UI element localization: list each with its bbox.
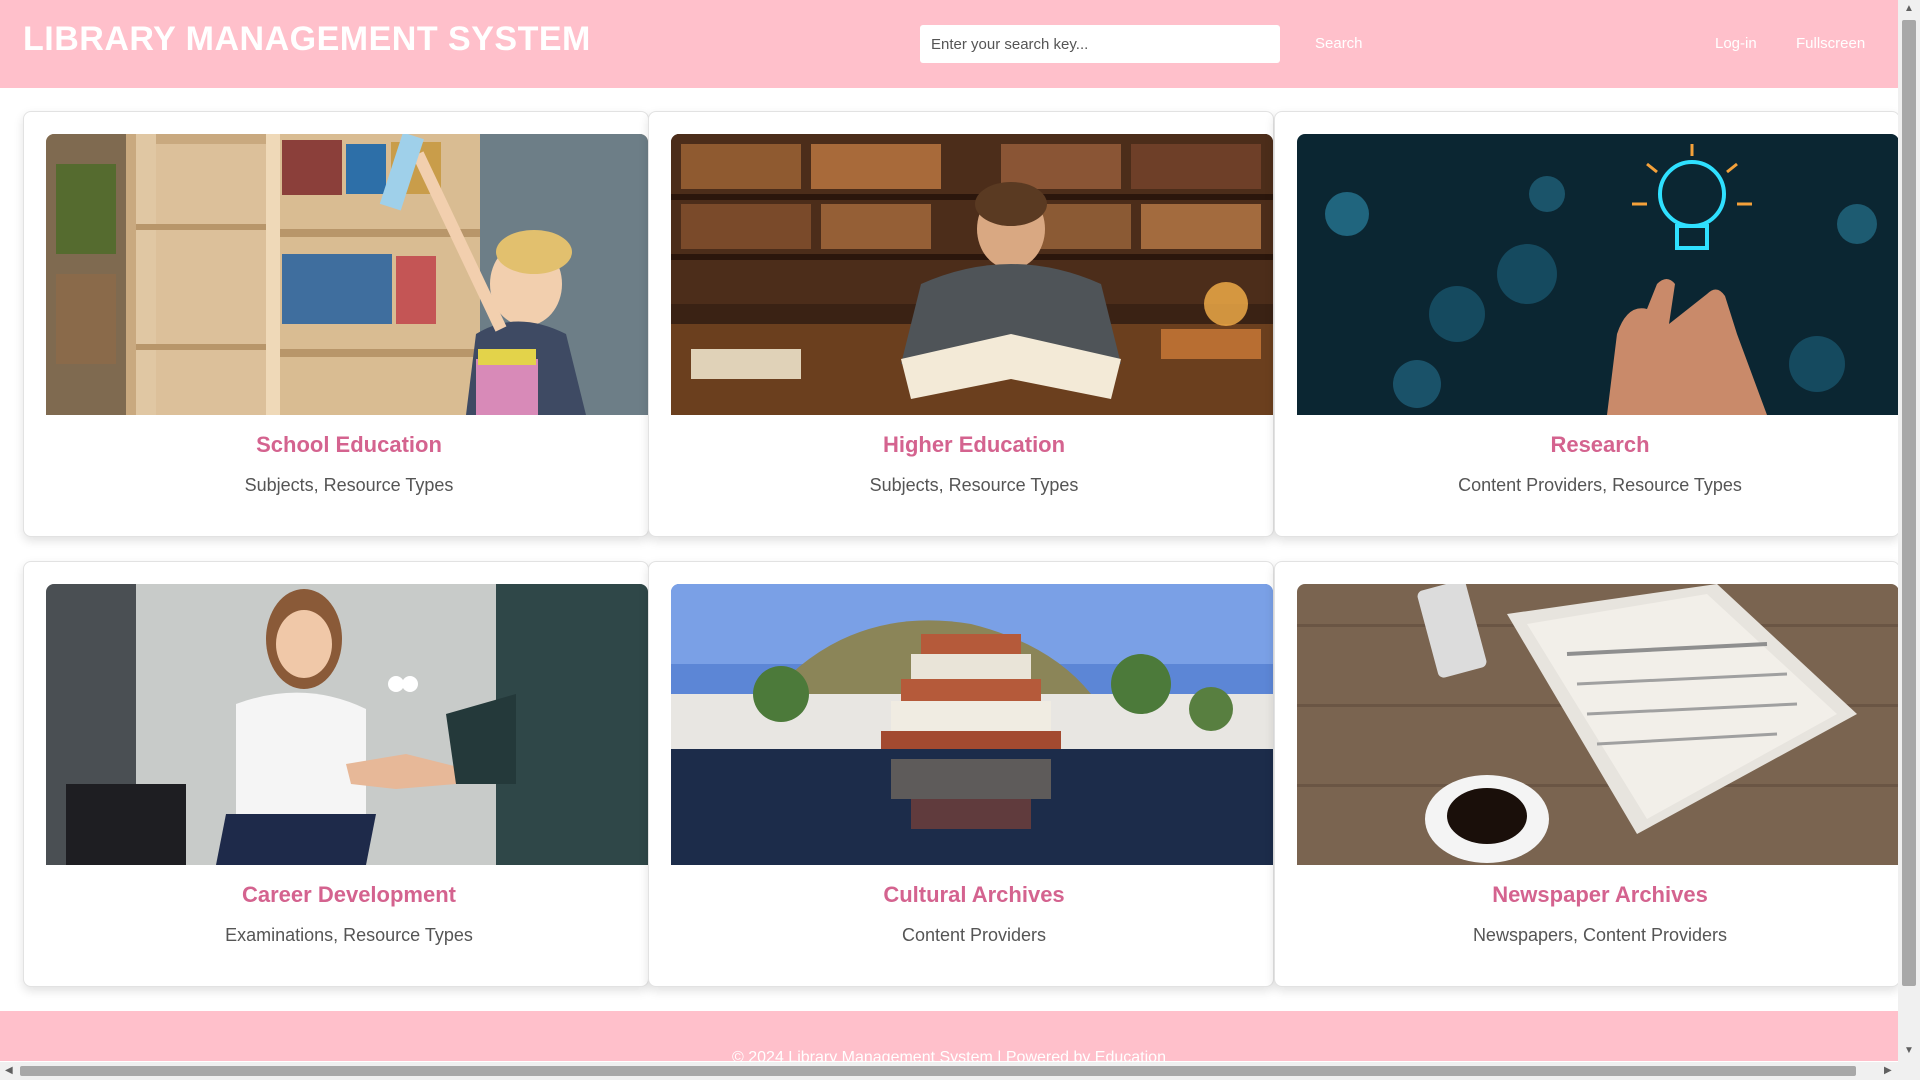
card-image-school-education	[46, 134, 648, 415]
card-career-development[interactable]: Career Development Examinations, Resourc…	[23, 561, 649, 987]
search-input[interactable]	[920, 25, 1280, 63]
scroll-down-arrow-icon[interactable]: ▼	[1904, 1046, 1914, 1056]
scroll-right-arrow-icon[interactable]: ▶	[1884, 1066, 1892, 1076]
card-image-cultural-archives	[671, 584, 1273, 865]
card-subtitle: Examinations, Resource Types	[225, 925, 473, 945]
card-subtitle: Subjects, Resource Types	[869, 475, 1079, 495]
card-title: Newspaper Archives	[1492, 882, 1708, 907]
search-button[interactable]: Search	[1315, 35, 1363, 52]
horizontal-scrollbar[interactable]: ◀ ▶	[0, 1062, 1920, 1080]
site-title: LIBRARY MANAGEMENT SYSTEM	[23, 20, 591, 58]
card-title: Cultural Archives	[883, 882, 1065, 907]
header-bar: LIBRARY MANAGEMENT SYSTEM Search Log-in …	[0, 0, 1898, 88]
fullscreen-link[interactable]: Fullscreen	[1796, 35, 1865, 52]
card-title: Career Development	[242, 882, 456, 907]
card-image-higher-education	[671, 134, 1273, 415]
footer: © 2024 Library Management System | Power…	[0, 1011, 1898, 1061]
card-image-newspaper-archives	[1297, 584, 1899, 865]
card-subtitle: Newspapers, Content Providers	[1472, 925, 1728, 945]
card-image-career-development	[46, 584, 648, 865]
horizontal-scrollbar-thumb[interactable]	[20, 1066, 1856, 1076]
card-subtitle: Content Providers, Resource Types	[1458, 475, 1742, 495]
card-higher-education[interactable]: Higher Education Subjects, Resource Type…	[648, 111, 1274, 537]
card-cultural-archives[interactable]: Cultural Archives Content Providers	[648, 561, 1274, 987]
card-subtitle: Subjects, Resource Types	[244, 475, 454, 495]
card-title: Higher Education	[882, 432, 1066, 457]
footer-text: © 2024 Library Management System | Power…	[732, 1049, 1166, 1061]
card-school-education[interactable]: School Education Subjects, Resource Type…	[23, 111, 649, 537]
card-title: Research	[1550, 432, 1650, 457]
vertical-scrollbar-thumb[interactable]	[1902, 20, 1916, 986]
card-research[interactable]: Research Content Providers, Resource Typ…	[1274, 111, 1900, 537]
card-title: School Education	[256, 432, 442, 457]
card-image-research	[1297, 134, 1899, 415]
card-subtitle: Content Providers	[901, 925, 1047, 945]
scroll-left-arrow-icon[interactable]: ◀	[5, 1066, 13, 1076]
scroll-up-arrow-icon[interactable]: ▲	[1904, 4, 1914, 14]
login-link[interactable]: Log-in	[1715, 35, 1757, 52]
vertical-scrollbar[interactable]: ▲ ▼	[1898, 0, 1920, 1062]
card-newspaper-archives[interactable]: Newspaper Archives Newspapers, Content P…	[1274, 561, 1900, 987]
